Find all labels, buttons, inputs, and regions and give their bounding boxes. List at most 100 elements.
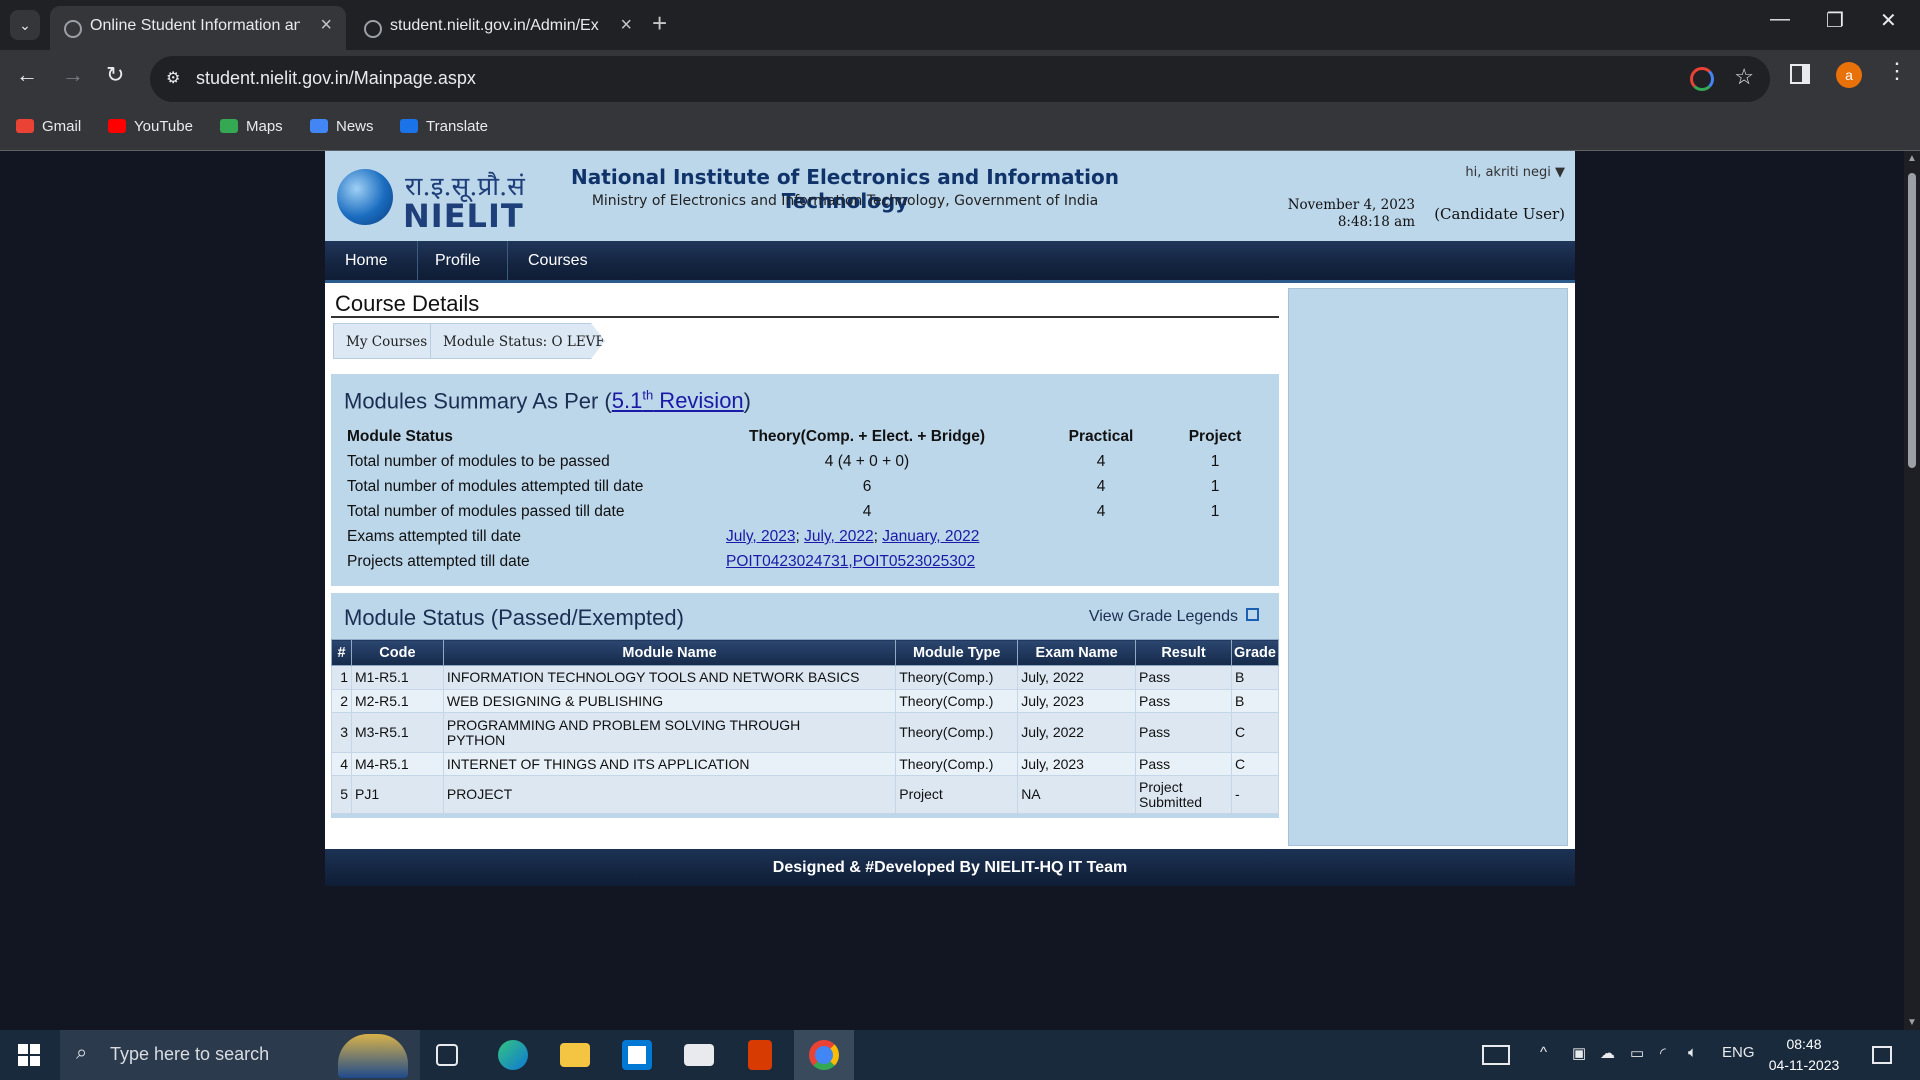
scroll-down-icon[interactable]: ▼	[1907, 1017, 1917, 1028]
news-widget-icon[interactable]	[1482, 1045, 1510, 1065]
chrome-taskbar-button[interactable]	[794, 1030, 854, 1080]
battery-icon[interactable]: ▭	[1630, 1044, 1644, 1062]
projects-attempted-list: POIT0423024731,POIT0523025302	[726, 553, 975, 571]
module-code: M3-R5.1	[350, 712, 444, 753]
date-time: November 4, 2023 8:48:18 am	[1265, 197, 1415, 231]
reload-icon[interactable]: ↻	[106, 62, 124, 88]
tab-search-button[interactable]: ⌄	[10, 10, 40, 40]
browser-menu-icon[interactable]: ⋮	[1886, 58, 1908, 84]
result: Pass	[1135, 712, 1232, 753]
bookmark-maps[interactable]: Maps	[220, 118, 283, 135]
new-tab-icon[interactable]: +	[652, 8, 667, 39]
meet-now-icon[interactable]: ▣	[1572, 1044, 1586, 1062]
windows-start-icon[interactable]	[18, 1044, 40, 1066]
result: Pass	[1135, 689, 1232, 713]
profile-avatar[interactable]: a	[1836, 62, 1862, 88]
exams-attempted-list: July, 2023; July, 2022; January, 2022	[726, 528, 980, 545]
revision-link[interactable]: 5.1th Revision	[612, 388, 744, 413]
browser-toolbar: ← → ↻ ⚙ student.nielit.gov.in/Mainpage.a…	[0, 50, 1920, 108]
file-explorer-icon[interactable]	[560, 1043, 590, 1067]
edge-icon[interactable]	[498, 1040, 528, 1070]
close-tab-icon[interactable]: ×	[620, 14, 632, 37]
project-link[interactable]: POIT0423024731	[726, 553, 848, 570]
grade-legends-label: View Grade Legends	[1088, 608, 1238, 625]
page-viewport: रा.इ.सू.प्रौ.सं NIELIT National Institut…	[0, 151, 1904, 1030]
window-close-icon[interactable]: ✕	[1880, 8, 1897, 33]
result: Pass	[1135, 752, 1232, 776]
table-row: 4 M4-R5.1 INTERNET OF THINGS AND ITS APP…	[331, 752, 1280, 776]
url-text[interactable]: student.nielit.gov.in/Mainpage.aspx	[196, 68, 476, 89]
grade-legends-link[interactable]: View Grade Legends	[1089, 608, 1259, 626]
wifi-icon[interactable]: ◜	[1660, 1044, 1666, 1062]
col-header-exam-name: Exam Name	[1017, 639, 1137, 666]
external-link-icon	[1246, 608, 1259, 621]
bookmark-star-icon[interactable]: ☆	[1734, 64, 1754, 90]
page-scrollbar[interactable]: ▲ ▼	[1904, 151, 1920, 1030]
tab-strip: ⌄ Online Student Information an × studen…	[0, 0, 1920, 50]
volume-icon[interactable]: 🔈︎	[1688, 1044, 1697, 1061]
search-icon: ⌕	[76, 1042, 88, 1064]
back-icon[interactable]: ←	[16, 62, 38, 88]
nielit-logo[interactable]: रा.इ.सू.प्रौ.सं NIELIT	[327, 153, 527, 239]
scroll-up-icon[interactable]: ▲	[1907, 153, 1917, 164]
table-row: 1 M1-R5.1 INFORMATION TECHNOLOGY TOOLS A…	[331, 665, 1280, 690]
restore-icon[interactable]: ❐	[1826, 8, 1844, 33]
youtube-icon	[108, 119, 126, 133]
summary-title-end: )	[743, 388, 751, 414]
bookmark-youtube[interactable]: YouTube	[108, 118, 193, 135]
title-divider	[331, 316, 1279, 318]
exam-name: July, 2022	[1017, 665, 1137, 690]
bookmark-news[interactable]: News	[310, 118, 374, 135]
tab-active[interactable]: Online Student Information an ×	[50, 6, 346, 50]
user-menu[interactable]: hi, akriti negi ▼	[1465, 165, 1565, 180]
nav-home[interactable]: Home	[345, 252, 388, 270]
show-hidden-icons[interactable]: ^	[1540, 1044, 1547, 1061]
exam-link[interactable]: January, 2022	[882, 528, 979, 545]
nav-courses[interactable]: Courses	[528, 252, 588, 270]
summary-row-label: Total number of modules passed till date	[347, 503, 625, 520]
store-icon[interactable]	[622, 1040, 652, 1070]
address-bar[interactable]: ⚙ student.nielit.gov.in/Mainpage.aspx ☆	[150, 56, 1770, 102]
breadcrumb-my-courses[interactable]: My Courses	[333, 323, 431, 359]
minimize-icon[interactable]: —	[1770, 8, 1790, 31]
summary-row-project: 1	[1210, 503, 1220, 520]
bookmark-label: Gmail	[42, 118, 82, 135]
user-greeting: hi, akriti negi	[1465, 165, 1551, 180]
bookmark-label: YouTube	[134, 118, 193, 135]
summary-row-practical: 4	[1096, 478, 1106, 495]
close-tab-icon[interactable]: ×	[320, 14, 332, 37]
tab-title: student.nielit.gov.in/Admin/Ex	[390, 17, 599, 34]
exam-name: July, 2023	[1017, 689, 1137, 713]
tab-inactive[interactable]: student.nielit.gov.in/Admin/Ex ×	[350, 6, 646, 50]
bookmark-translate[interactable]: Translate	[400, 118, 488, 135]
nav-divider	[507, 241, 508, 283]
exam-link[interactable]: July, 2022	[804, 528, 874, 545]
dropdown-arrow-icon[interactable]: ▼	[1555, 165, 1565, 180]
taskbar-search[interactable]: ⌕ Type here to search	[60, 1030, 420, 1080]
site-footer: Designed & #Developed By NIELIT-HQ IT Te…	[325, 849, 1575, 886]
office-icon[interactable]	[748, 1040, 772, 1070]
language-indicator[interactable]: ENG	[1722, 1044, 1755, 1061]
mail-icon[interactable]	[684, 1044, 714, 1066]
module-name: PROJECT	[442, 775, 897, 814]
site-info-icon[interactable]: ⚙	[166, 68, 180, 88]
side-panel-icon[interactable]	[1790, 64, 1810, 84]
nav-profile[interactable]: Profile	[435, 252, 480, 270]
project-link[interactable]: POIT0523025302	[853, 553, 975, 570]
taskbar-clock[interactable]: 08:48 04-11-2023	[1758, 1034, 1850, 1076]
task-view-icon[interactable]	[436, 1044, 458, 1066]
bookmark-gmail[interactable]: Gmail	[16, 118, 81, 135]
summary-row-label: Total number of modules attempted till d…	[347, 478, 644, 495]
module-code: M2-R5.1	[350, 689, 444, 713]
summary-title-prefix: Modules Summary As Per (	[344, 388, 612, 414]
search-placeholder: Type here to search	[110, 1044, 270, 1064]
scroll-thumb[interactable]	[1908, 173, 1916, 468]
exam-link[interactable]: July, 2023	[726, 528, 796, 545]
col-header-module-name: Module Name	[442, 639, 897, 666]
maps-icon	[220, 119, 238, 133]
summary-row-theory: 4 (4 + 0 + 0)	[824, 453, 910, 470]
forward-icon[interactable]: →	[62, 62, 84, 88]
notifications-icon[interactable]	[1872, 1046, 1892, 1064]
google-lens-icon[interactable]	[1690, 67, 1714, 91]
onedrive-icon[interactable]: ☁	[1600, 1044, 1615, 1062]
